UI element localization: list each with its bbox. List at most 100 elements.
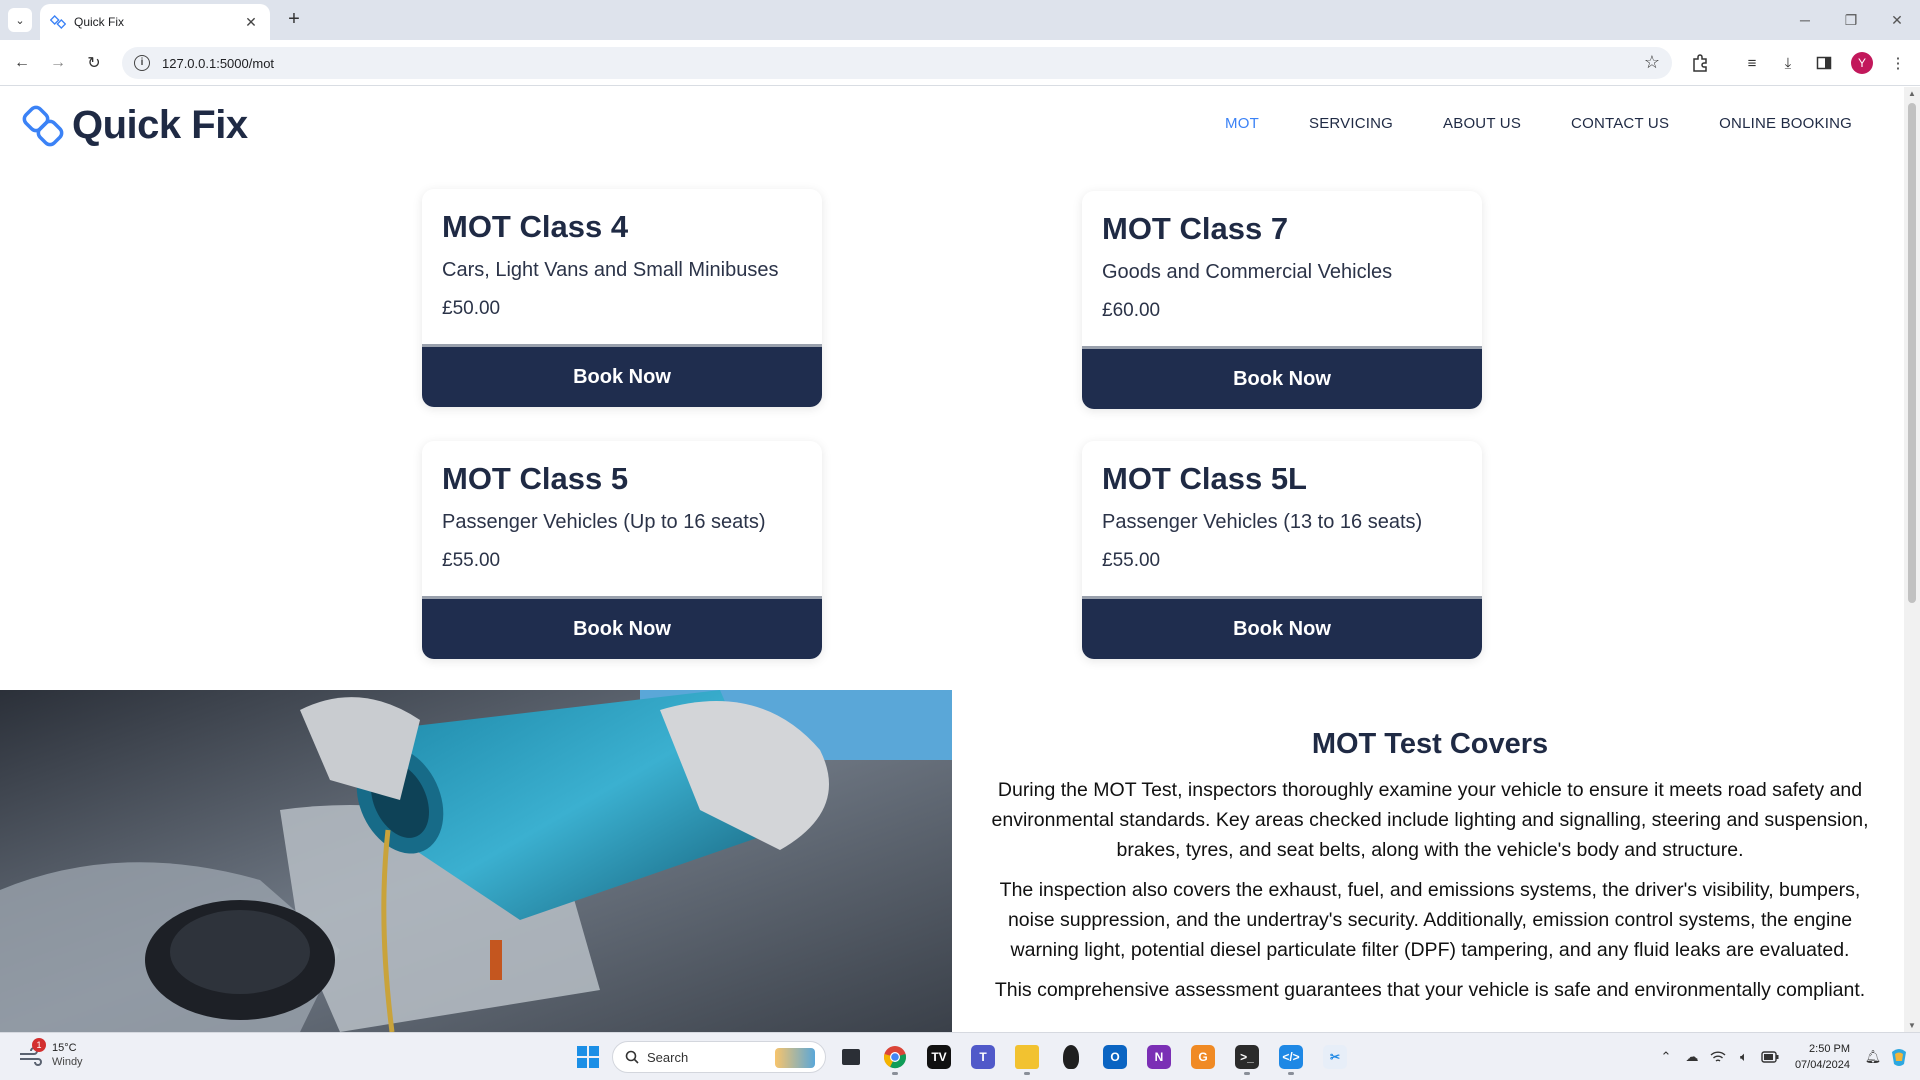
scroll-up-arrow-icon[interactable]: ▲ xyxy=(1907,89,1917,98)
weather-widget[interactable]: 1 15°C Windy xyxy=(18,1038,83,1069)
browser-tab-strip: ⌄ Quick Fix ✕ + ─ ❐ ✕ xyxy=(0,0,1920,40)
browser-toolbar: ← → ↻ i 127.0.0.1:5000/mot ☆ ≡ ⤓ ⋮ xyxy=(0,40,1920,86)
clock-date: 07/04/2024 xyxy=(1794,1059,1850,1071)
book-now-button[interactable]: Book Now xyxy=(1082,349,1482,409)
task-view-icon[interactable] xyxy=(832,1039,870,1075)
new-tab-button[interactable]: + xyxy=(282,8,306,32)
card-title: MOT Class 5 xyxy=(442,461,629,496)
scroll-down-arrow-icon[interactable]: ▼ xyxy=(1907,1021,1917,1030)
address-bar[interactable]: i 127.0.0.1:5000/mot ☆ xyxy=(122,47,1672,79)
clock-time: 2:50 PM xyxy=(1809,1043,1850,1055)
notes-app-icon[interactable]: G xyxy=(1184,1039,1222,1075)
oil-pouring-image xyxy=(0,690,952,1050)
restore-button[interactable]: ❐ xyxy=(1828,0,1874,40)
info-paragraph: The inspection also covers the exhaust, … xyxy=(999,879,1861,961)
nav-link-online-booking[interactable]: ONLINE BOOKING xyxy=(1719,115,1852,132)
book-now-button[interactable]: Book Now xyxy=(1082,599,1482,659)
reload-icon[interactable]: ↻ xyxy=(82,51,106,75)
back-arrow-icon[interactable]: ← xyxy=(10,51,34,75)
minimize-button[interactable]: ─ xyxy=(1782,0,1828,40)
mot-card-class-5l: MOT Class 5L Passenger Vehicles (13 to 1… xyxy=(1082,441,1482,659)
close-window-button[interactable]: ✕ xyxy=(1874,0,1920,40)
info-paragraph: This comprehensive assessment guarantees… xyxy=(994,979,1866,1001)
site-logo[interactable]: Quick Fix xyxy=(22,103,248,148)
windows-logo-icon xyxy=(577,1046,599,1068)
nav-link-servicing[interactable]: SERVICING xyxy=(1309,115,1393,132)
quickfix-favicon-icon xyxy=(50,15,66,29)
card-price: £50.00 xyxy=(442,298,501,319)
side-panel-icon[interactable] xyxy=(1812,51,1836,75)
nav-link-mot[interactable]: MOT xyxy=(1225,115,1259,132)
tradingview-icon[interactable]: TV xyxy=(920,1039,958,1075)
outlook-icon[interactable]: O xyxy=(1096,1039,1134,1075)
card-description: Goods and Commercial Vehicles xyxy=(1102,261,1393,283)
book-now-button[interactable]: Book Now xyxy=(422,599,822,659)
scrollbar-thumb[interactable] xyxy=(1908,103,1916,603)
mot-card-class-5: MOT Class 5 Passenger Vehicles (Up to 16… xyxy=(422,441,822,659)
terminal-icon[interactable]: >_ xyxy=(1228,1039,1266,1075)
search-highlight-icon xyxy=(775,1048,815,1068)
card-price: £60.00 xyxy=(1102,300,1161,321)
tab-search-button[interactable]: ⌄ xyxy=(8,8,32,32)
snipping-tool-icon[interactable]: ✂ xyxy=(1316,1039,1354,1075)
site-info-icon[interactable]: i xyxy=(134,55,150,71)
search-label: Search xyxy=(647,1049,689,1065)
chrome-icon[interactable] xyxy=(876,1039,914,1075)
browser-tab-active[interactable]: Quick Fix ✕ xyxy=(40,4,270,40)
wifi-icon[interactable] xyxy=(1705,1044,1731,1070)
notifications-bell-icon[interactable]: 🔔︎ xyxy=(1860,1044,1886,1070)
extensions-icon[interactable] xyxy=(1688,51,1712,75)
onenote-icon[interactable]: N xyxy=(1140,1039,1178,1075)
file-explorer-icon[interactable] xyxy=(1008,1039,1046,1075)
weather-description: Windy xyxy=(52,1056,83,1068)
card-title: MOT Class 7 xyxy=(1102,211,1289,246)
taskbar-apps: Search TV T O N G >_ </> ✂ xyxy=(570,1039,1354,1075)
card-description: Passenger Vehicles (Up to 16 seats) xyxy=(442,511,766,533)
mot-card-class-7: MOT Class 7 Goods and Commercial Vehicle… xyxy=(1082,191,1482,409)
taskbar-clock[interactable]: 2:50 PM 07/04/2024 xyxy=(1795,1041,1850,1073)
info-paragraph: During the MOT Test, inspectors thorough… xyxy=(991,779,1869,861)
close-tab-icon[interactable]: ✕ xyxy=(242,14,260,31)
main-nav: MOT SERVICING ABOUT US CONTACT US ONLINE… xyxy=(1225,115,1852,132)
downloads-icon[interactable]: ⤓ xyxy=(1776,51,1800,75)
profile-avatar[interactable]: Y xyxy=(1851,52,1873,74)
weather-alert-badge: 1 xyxy=(32,1038,46,1052)
windows-taskbar: 1 15°C Windy Search TV T O N G >_ </> ✂ … xyxy=(0,1032,1920,1080)
vscode-icon[interactable]: </> xyxy=(1272,1039,1310,1075)
card-price: £55.00 xyxy=(1102,550,1161,571)
card-title: MOT Class 4 xyxy=(442,209,629,244)
nav-link-about-us[interactable]: ABOUT US xyxy=(1443,115,1521,132)
taskbar-search[interactable]: Search xyxy=(612,1041,826,1073)
mot-card-class-4: MOT Class 4 Cars, Light Vans and Small M… xyxy=(422,189,822,407)
site-header: Quick Fix MOT SERVICING ABOUT US CONTACT… xyxy=(0,87,1904,163)
tab-title: Quick Fix xyxy=(74,15,125,29)
start-button[interactable] xyxy=(570,1039,606,1075)
more-menu-icon[interactable]: ⋮ xyxy=(1886,51,1910,75)
page-scrollbar[interactable]: ▲ ▼ xyxy=(1904,87,1920,1032)
media-controls-icon[interactable]: ≡ xyxy=(1740,51,1764,75)
pen-app-icon[interactable] xyxy=(1052,1039,1090,1075)
onedrive-cloud-icon[interactable]: ☁ xyxy=(1679,1044,1705,1070)
search-icon xyxy=(625,1050,639,1064)
engine-oil-illustration xyxy=(0,690,952,1033)
brand-name: Quick Fix xyxy=(72,103,248,147)
quickfix-logo-icon xyxy=(22,105,64,146)
volume-icon[interactable]: 🔈︎ xyxy=(1731,1044,1757,1070)
nav-link-contact-us[interactable]: CONTACT US xyxy=(1571,115,1669,132)
window-controls: ─ ❐ ✕ xyxy=(1782,0,1920,40)
card-title: MOT Class 5L xyxy=(1102,461,1307,496)
card-price: £55.00 xyxy=(442,550,501,571)
book-now-button[interactable]: Book Now xyxy=(422,347,822,407)
bookmark-star-icon[interactable]: ☆ xyxy=(1644,52,1660,73)
teams-icon[interactable]: T xyxy=(964,1039,1002,1075)
url-text[interactable]: 127.0.0.1:5000/mot xyxy=(162,56,274,71)
system-tray: ⌃ ☁ 🔈︎ 2:50 PM 07/04/2024 🔔︎ xyxy=(1653,1033,1920,1080)
battery-icon[interactable] xyxy=(1757,1044,1783,1070)
weather-temperature: 15°C xyxy=(52,1042,77,1054)
copilot-icon[interactable] xyxy=(1886,1044,1912,1070)
wind-weather-icon: 1 xyxy=(18,1038,46,1068)
forward-arrow-icon[interactable]: → xyxy=(46,51,70,75)
mot-test-info-section: MOT Test Covers During the MOT Test, ins… xyxy=(974,690,1886,1015)
info-title: MOT Test Covers xyxy=(1311,728,1549,760)
show-hidden-icons-chevron-icon[interactable]: ⌃ xyxy=(1653,1044,1679,1070)
